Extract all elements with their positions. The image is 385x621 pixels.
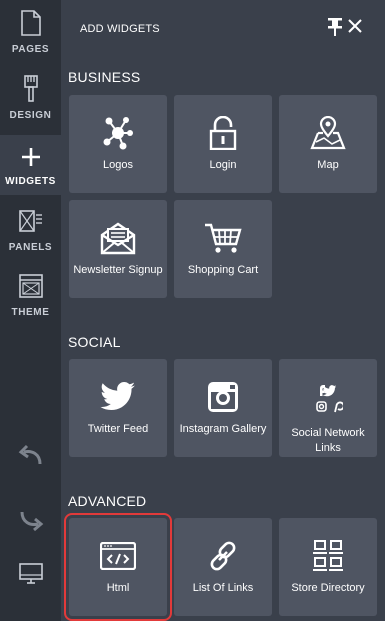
widget-tile-login[interactable]: Login xyxy=(174,95,272,193)
unlock-icon xyxy=(174,113,272,153)
shopping-cart-icon xyxy=(174,218,272,258)
rail-item-label: THEME xyxy=(11,307,50,318)
tile-label: Social Network Links xyxy=(291,427,365,454)
paintbrush-icon xyxy=(16,74,46,104)
rail-item-pages[interactable]: PAGES xyxy=(0,8,61,66)
widget-tile-store-directory[interactable]: Store Directory xyxy=(279,518,377,616)
widget-tile-instagram-gallery[interactable]: Instagram Gallery xyxy=(174,359,272,457)
section-title-business: BUSINESS xyxy=(68,69,141,85)
add-widgets-panel: ADD WIDGETS BUSINESS Logos Login Map New… xyxy=(61,0,385,621)
rail-item-label: PAGES xyxy=(11,44,50,55)
rail-item-theme[interactable]: THEME xyxy=(0,271,61,329)
rail-item-panels[interactable]: PANELS xyxy=(0,206,61,264)
pin-icon xyxy=(328,18,342,36)
redo-icon xyxy=(20,511,43,532)
section-title-advanced: ADVANCED xyxy=(68,493,147,509)
rail-item-widgets[interactable]: WIDGETS xyxy=(0,135,61,195)
map-icon xyxy=(279,113,377,153)
tile-label: Shopping Cart xyxy=(187,264,259,276)
tile-label: Twitter Feed xyxy=(87,423,149,435)
widget-tile-shopping-cart[interactable]: Shopping Cart xyxy=(174,200,272,298)
twitter-icon xyxy=(69,377,167,417)
close-button[interactable] xyxy=(348,19,364,35)
tile-label: Html xyxy=(106,582,130,594)
widget-tile-html[interactable]: Html xyxy=(64,513,172,621)
plus-icon xyxy=(16,142,46,172)
theme-icon xyxy=(16,271,46,301)
undo-icon xyxy=(18,444,41,465)
redo-button[interactable] xyxy=(0,510,61,532)
widget-tile-map[interactable]: Map xyxy=(279,95,377,193)
code-window-icon xyxy=(69,536,167,576)
widget-tile-list-of-links[interactable]: List Of Links xyxy=(174,518,272,616)
panels-icon xyxy=(16,206,46,236)
tile-label: List Of Links xyxy=(192,582,254,594)
tile-label: Instagram Gallery xyxy=(179,423,267,435)
panel-title: ADD WIDGETS xyxy=(80,23,160,35)
rail-item-label: WIDGETS xyxy=(5,176,56,187)
social-network-icon xyxy=(279,381,377,415)
monitor-icon xyxy=(18,563,43,584)
rail-item-label: DESIGN xyxy=(9,110,52,121)
tile-label: Store Directory xyxy=(291,582,365,594)
newsletter-icon xyxy=(69,218,167,258)
preview-button[interactable] xyxy=(0,563,61,585)
widget-tile-newsletter-signup[interactable]: Newsletter Signup xyxy=(69,200,167,298)
tile-label: Login xyxy=(209,159,237,171)
pin-button[interactable] xyxy=(327,17,345,37)
tile-label: Logos xyxy=(103,159,133,171)
close-icon xyxy=(348,19,362,33)
logos-icon xyxy=(69,113,167,153)
rail-item-design[interactable]: DESIGN xyxy=(0,74,61,132)
undo-button[interactable] xyxy=(0,444,61,466)
store-directory-icon xyxy=(279,536,377,576)
tile-label: Map xyxy=(317,159,339,171)
link-icon xyxy=(174,536,272,576)
nav-rail: PAGES DESIGN WIDGETS PANELS THEME xyxy=(0,0,61,621)
rail-item-label: PANELS xyxy=(8,242,53,253)
page-icon xyxy=(16,8,46,38)
section-title-social: SOCIAL xyxy=(68,334,121,350)
widget-tile-logos[interactable]: Logos xyxy=(69,95,167,193)
instagram-icon xyxy=(174,377,272,417)
widget-tile-twitter-feed[interactable]: Twitter Feed xyxy=(69,359,167,457)
panel-header: ADD WIDGETS xyxy=(61,0,385,58)
tile-label: Newsletter Signup xyxy=(73,264,163,276)
widget-tile-social-network-links[interactable]: Social Network Links xyxy=(279,359,377,457)
